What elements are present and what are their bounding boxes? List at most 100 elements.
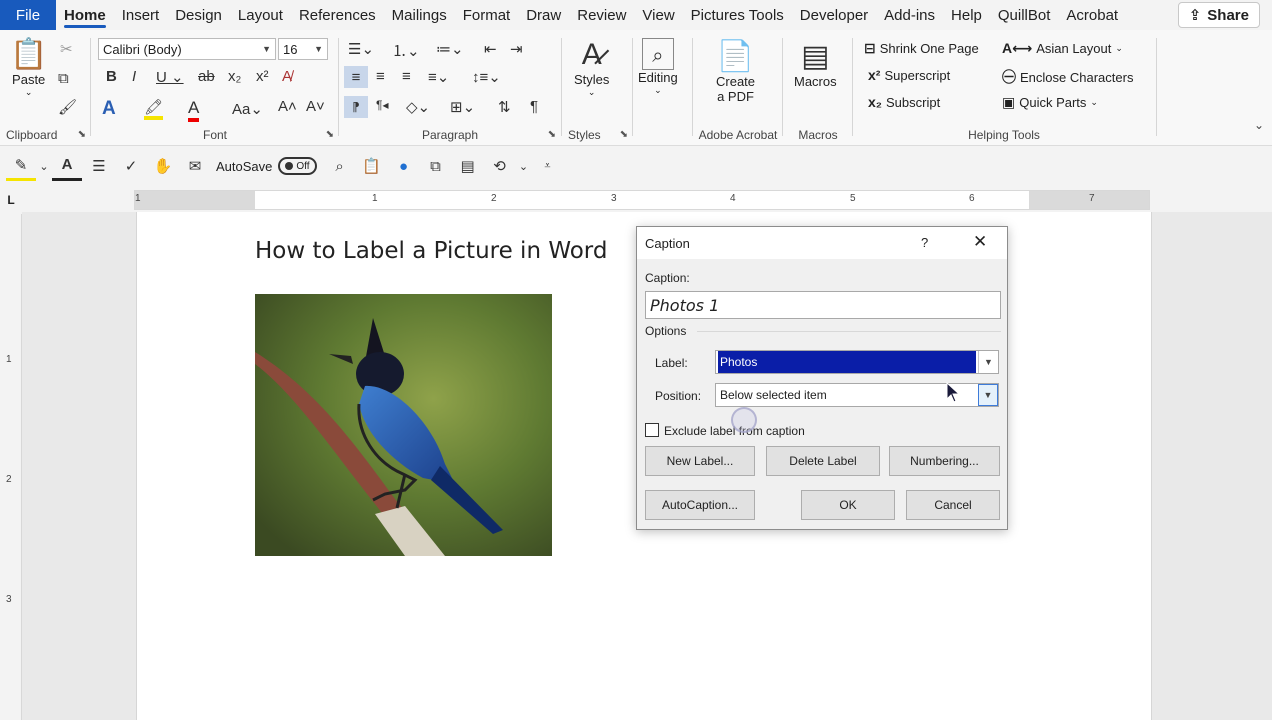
- tab-help[interactable]: Help: [943, 0, 990, 30]
- grow-font-icon[interactable]: A˄: [278, 98, 297, 115]
- hand-icon[interactable]: ✋: [148, 151, 178, 181]
- table-icon[interactable]: ▤: [453, 151, 483, 181]
- tab-mailings[interactable]: Mailings: [384, 0, 455, 30]
- numbering-button[interactable]: Numbering...: [889, 446, 1000, 476]
- asian-layout-button[interactable]: A⟷ Asian Layout ⌄: [1002, 40, 1123, 57]
- bird-photo[interactable]: [255, 294, 552, 556]
- italic-icon[interactable]: I: [132, 68, 136, 85]
- help-icon[interactable]: ?: [921, 235, 928, 250]
- superscript-icon[interactable]: x²: [256, 68, 269, 85]
- highlight-icon[interactable]: 🖍: [144, 98, 164, 120]
- quick-parts-button[interactable]: ▣ Quick Parts ⌄: [1002, 94, 1098, 111]
- close-icon[interactable]: ✕: [973, 232, 987, 252]
- tab-home[interactable]: Home: [56, 0, 114, 30]
- ltr-icon[interactable]: ⁋: [344, 96, 368, 118]
- clipboard-launcher-icon[interactable]: ⬊: [78, 129, 86, 140]
- cancel-button[interactable]: Cancel: [906, 490, 1000, 520]
- align-icon[interactable]: ☰: [84, 151, 114, 181]
- clear-formatting-icon[interactable]: A̸: [282, 68, 292, 85]
- align-left-icon[interactable]: ≡: [344, 66, 368, 88]
- shortcut-icon[interactable]: ⟲: [485, 151, 515, 181]
- tab-selector[interactable]: L: [0, 188, 22, 212]
- justify-icon[interactable]: ≡⌄: [428, 68, 449, 86]
- ribbon-collapse-icon[interactable]: ⌄: [1254, 118, 1264, 132]
- exclude-label-checkbox[interactable]: [645, 423, 659, 437]
- tab-layout[interactable]: Layout: [230, 0, 291, 30]
- caption-input[interactable]: Photos 1: [645, 291, 1001, 319]
- tab-add-ins[interactable]: Add-ins: [876, 0, 943, 30]
- tab-file[interactable]: File: [0, 0, 56, 30]
- enclose-characters-button[interactable]: ㊀ Enclose Characters: [1002, 67, 1133, 87]
- underline-icon[interactable]: U ⌄: [156, 68, 184, 86]
- record-icon[interactable]: ●: [389, 151, 419, 181]
- horizontal-ruler[interactable]: 1 1 2 3 4 5 6 7: [134, 190, 1150, 210]
- bullets-icon[interactable]: ☰⌄: [348, 40, 374, 58]
- copy-icon[interactable]: ⧉: [58, 70, 69, 87]
- tab-view[interactable]: View: [634, 0, 682, 30]
- chevron-down-icon[interactable]: ▼: [978, 351, 998, 373]
- tab-format[interactable]: Format: [455, 0, 519, 30]
- new-label-button[interactable]: New Label...: [645, 446, 755, 476]
- email-icon[interactable]: ✉: [180, 151, 210, 181]
- autosave-toggle[interactable]: Off: [278, 157, 317, 175]
- font-size-combo[interactable]: 16 ▼: [278, 38, 328, 60]
- styles-button[interactable]: A̷ Styles ⌄: [574, 38, 609, 98]
- multilevel-list-icon[interactable]: ≔⌄: [436, 40, 464, 58]
- shrink-one-page-button[interactable]: ⊟ Shrink One Page: [864, 40, 979, 57]
- delete-label-button[interactable]: Delete Label: [766, 446, 880, 476]
- font-name-combo[interactable]: Calibri (Body) ▼: [98, 38, 276, 60]
- vertical-ruler[interactable]: 1 2 3: [0, 214, 22, 720]
- tab-quillbot[interactable]: QuillBot: [990, 0, 1059, 30]
- share-button[interactable]: ⇪ Share: [1177, 2, 1260, 28]
- text-effects-icon[interactable]: A: [102, 98, 116, 120]
- shrink-font-icon[interactable]: A˅: [306, 98, 325, 115]
- editing-button[interactable]: ⌕ Editing ⌄: [638, 38, 678, 96]
- clipboard-icon[interactable]: 📋: [357, 151, 387, 181]
- tab-review[interactable]: Review: [569, 0, 634, 30]
- document-heading[interactable]: How to Label a Picture in Word: [255, 238, 607, 264]
- align-center-icon[interactable]: ≡: [376, 68, 385, 85]
- tab-acrobat[interactable]: Acrobat: [1058, 0, 1126, 30]
- decrease-indent-icon[interactable]: ⇤: [484, 40, 497, 58]
- styles-launcher-icon[interactable]: ⬊: [620, 129, 628, 140]
- borders-icon[interactable]: ⊞⌄: [450, 98, 475, 116]
- tab-insert[interactable]: Insert: [114, 0, 168, 30]
- tab-references[interactable]: References: [291, 0, 384, 30]
- paragraph-launcher-icon[interactable]: ⬊: [548, 129, 556, 140]
- subscript-icon[interactable]: x₂: [228, 68, 241, 85]
- chevron-down-icon[interactable]: ⌄: [38, 151, 50, 181]
- highlighter-icon[interactable]: ✎: [6, 151, 36, 181]
- tab-pictures-tools[interactable]: Pictures Tools: [683, 0, 792, 30]
- create-pdf-button[interactable]: 📄 Create a PDF: [716, 40, 755, 104]
- font-color-icon[interactable]: A: [52, 151, 82, 181]
- paste-button[interactable]: 📋 Paste ⌄: [10, 38, 47, 98]
- increase-indent-icon[interactable]: ⇥: [510, 40, 523, 58]
- strikethrough-icon[interactable]: ab: [198, 68, 215, 85]
- cut-icon[interactable]: ✂: [60, 40, 73, 58]
- autocaption-button[interactable]: AutoCaption...: [645, 490, 755, 520]
- customize-qat-icon[interactable]: ⩡: [533, 151, 563, 181]
- font-launcher-icon[interactable]: ⬊: [326, 129, 334, 140]
- shading-icon[interactable]: ◇⌄: [406, 98, 430, 116]
- show-marks-icon[interactable]: ¶: [530, 98, 538, 115]
- ok-button[interactable]: OK: [801, 490, 895, 520]
- macros-button[interactable]: ▤ Macros: [794, 40, 837, 89]
- subscript-button[interactable]: x₂ Subscript: [868, 94, 940, 110]
- chevron-down-icon[interactable]: ▼: [978, 384, 998, 406]
- numbering-icon[interactable]: ⒈⌄: [392, 40, 420, 61]
- line-spacing-icon[interactable]: ↕≡⌄: [472, 68, 501, 86]
- tab-design[interactable]: Design: [167, 0, 230, 30]
- tab-developer[interactable]: Developer: [792, 0, 876, 30]
- sort-icon[interactable]: ⇅: [498, 98, 511, 116]
- format-painter-icon[interactable]: 🖌: [58, 98, 77, 116]
- search-icon[interactable]: ⌕: [325, 151, 355, 181]
- chevron-down-icon[interactable]: ⌄: [517, 151, 531, 181]
- align-right-icon[interactable]: ≡: [402, 68, 411, 85]
- form-icon[interactable]: ⧉: [421, 151, 451, 181]
- font-color-icon[interactable]: A: [188, 98, 200, 122]
- bold-icon[interactable]: B: [106, 68, 117, 85]
- change-case-icon[interactable]: Aa⌄: [232, 100, 263, 118]
- spelling-icon[interactable]: ✓: [116, 151, 146, 181]
- rtl-icon[interactable]: ¶◂: [376, 98, 388, 112]
- tab-draw[interactable]: Draw: [518, 0, 569, 30]
